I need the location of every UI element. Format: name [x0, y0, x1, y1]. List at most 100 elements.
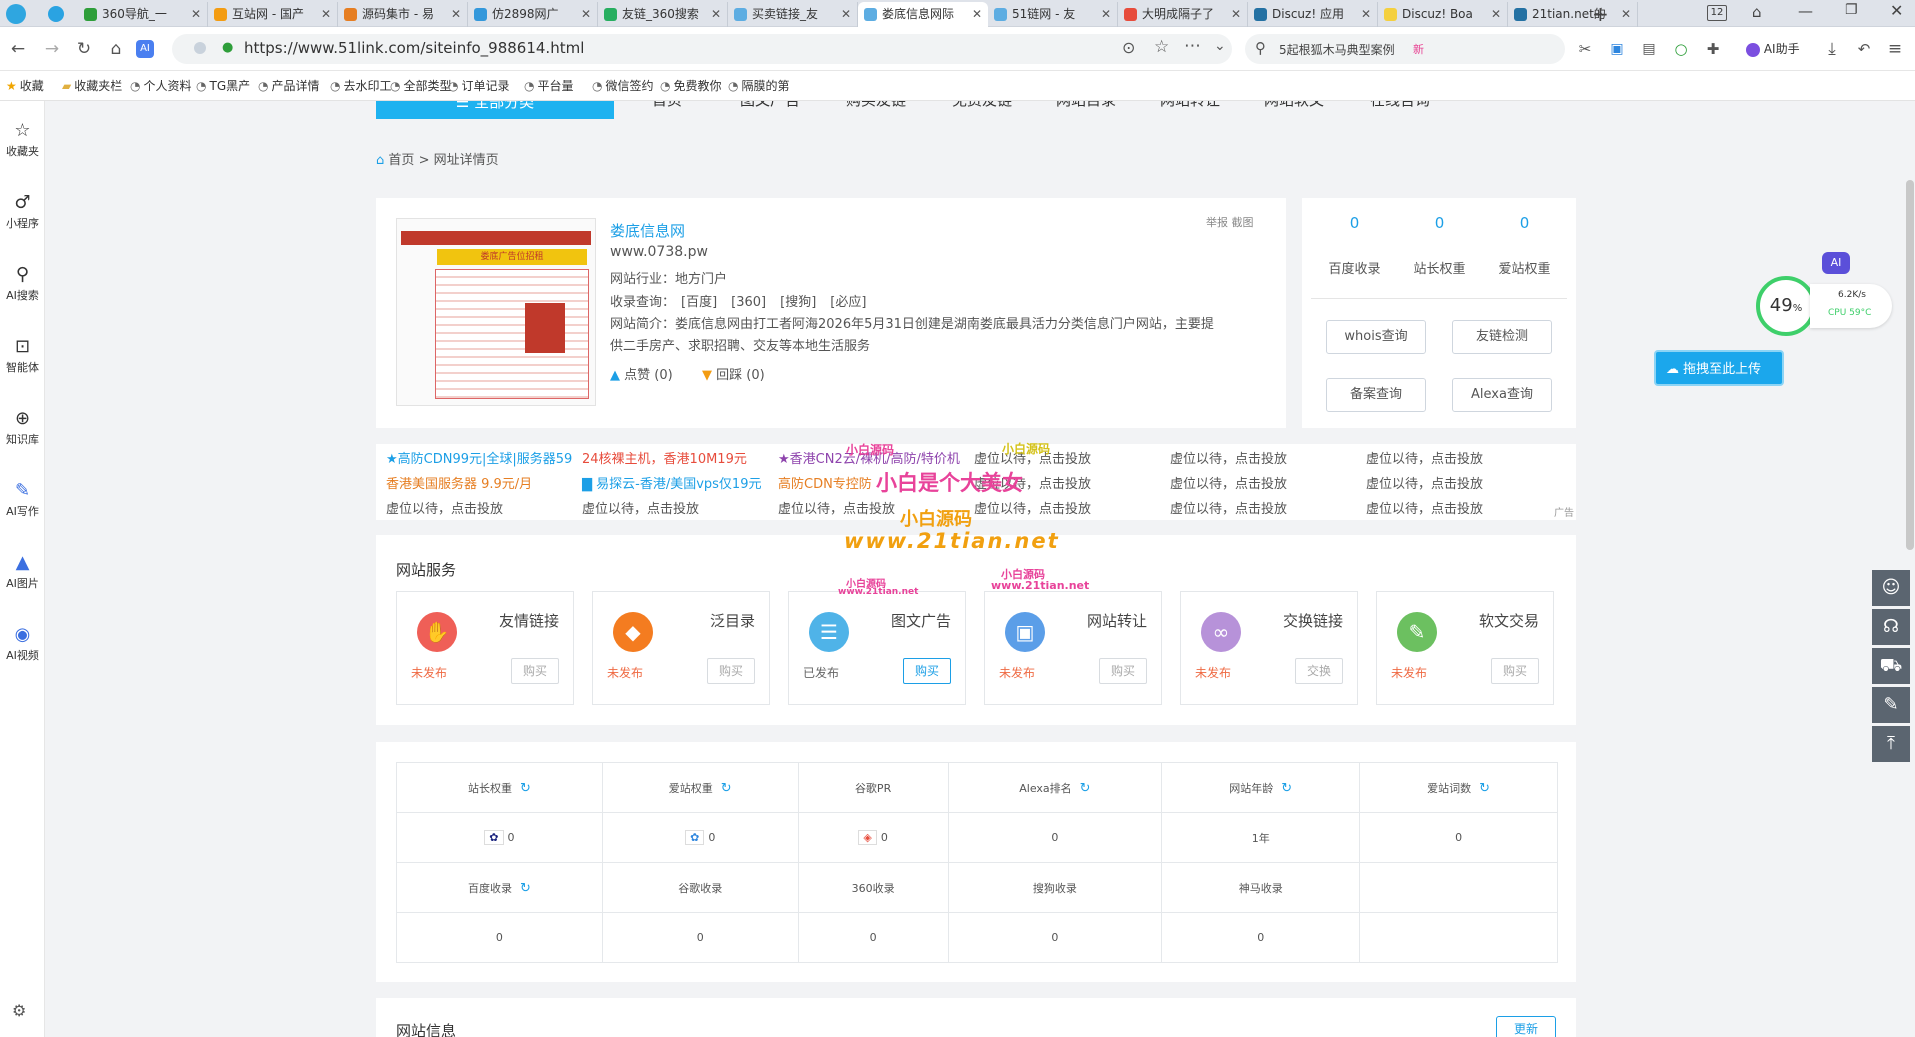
site-nav-item[interactable]: 购买友链 [846, 101, 906, 110]
ad-link[interactable]: 香港美国服务器 9.9元/月 [386, 473, 532, 492]
index-query-link[interactable]: [必应] [830, 295, 866, 310]
ad-link[interactable]: 虚位以待，点击投放 [1366, 473, 1483, 492]
site-info-icon[interactable] [194, 42, 206, 54]
sidebar-item[interactable]: ◉ AI视频 [0, 623, 45, 663]
ai-float-button[interactable]: AI [1822, 252, 1850, 274]
sidebar-item[interactable]: ✎ AI写作 [0, 479, 45, 519]
forward-button[interactable]: → [40, 37, 64, 61]
update-button[interactable]: 更新 [1496, 1016, 1556, 1037]
address-bar[interactable]: ● https://www.51link.com/siteinfo_988614… [172, 34, 1232, 64]
browser-tab[interactable]: 仿2898网广 ✕ [468, 2, 598, 27]
site-nav-item[interactable]: 网站目录 [1056, 101, 1116, 110]
search-suggestion-text[interactable]: 5起根狐木马典型案例 [1279, 41, 1395, 58]
ad-link[interactable]: 虚位以待，点击投放 [1366, 448, 1483, 467]
ad-link[interactable]: 虚位以待，点击投放 [582, 498, 699, 517]
bookmark-item[interactable]: ◔ 个人资料 [130, 77, 192, 94]
refresh-icon[interactable]: ↻ [520, 781, 531, 796]
refresh-icon[interactable]: ↻ [721, 781, 732, 796]
service-card[interactable]: ☰ 图文广告 已发布 购买 [788, 591, 966, 705]
shirt-icon[interactable]: ⌂ [1752, 3, 1762, 21]
tab-close-icon[interactable]: ✕ [1231, 2, 1241, 27]
query-button[interactable]: Alexa查询 [1452, 378, 1552, 412]
sidebar-item[interactable]: ⚲ AI搜索 [0, 263, 45, 303]
ad-link[interactable]: ★高防CDN99元|全球|服务器59 [386, 448, 572, 467]
report-link[interactable]: 举报 截图 [1206, 214, 1254, 230]
browser-tab[interactable]: 源码集市 - 易 ✕ [338, 2, 468, 27]
site-nav-item[interactable]: 网站软文 [1264, 101, 1324, 110]
service-buy-button[interactable]: 购买 [511, 658, 559, 684]
bookmark-item[interactable]: ◔ TG黑产 [196, 77, 250, 94]
browser-tab[interactable]: Discuz! 应用 ✕ [1248, 2, 1378, 27]
browser-tab[interactable]: 360导航_一 ✕ [78, 2, 208, 27]
bookmark-item[interactable]: ◔ 全部类型 [390, 77, 452, 94]
ad-link[interactable]: ▇ 易探云-香港/美国vps仅19元 [582, 473, 761, 492]
site-thumbnail[interactable]: 娄底广告位招租 [396, 218, 596, 406]
browser-tab[interactable]: 友链_360搜索 ✕ [598, 2, 728, 27]
query-button[interactable]: 备案查询 [1326, 378, 1426, 412]
cart-icon[interactable]: ⛟ [1872, 648, 1910, 684]
query-button[interactable]: whois查询 [1326, 320, 1426, 354]
site-name-link[interactable]: 娄底信息网 [610, 220, 685, 241]
browser-tab[interactable]: 大明成隔子了 ✕ [1118, 2, 1248, 27]
back-to-top-icon[interactable]: ⤒ [1872, 726, 1910, 762]
bookmark-item[interactable]: ◔ 去水印工 [330, 77, 392, 94]
site-nav-item[interactable]: 首页 [652, 101, 682, 110]
circle-icon[interactable]: ○ [1669, 37, 1693, 61]
more-icon[interactable]: ⋯ [1184, 36, 1201, 56]
ad-link[interactable]: 24核裸主机，香港10M19元 [582, 448, 747, 467]
site-nav-item[interactable]: 在线咨询 [1370, 101, 1430, 110]
refresh-icon[interactable]: ↻ [1479, 781, 1490, 796]
translate-icon[interactable]: ▣ [1605, 37, 1629, 61]
sidebar-item[interactable]: ♂ 小程序 [0, 191, 45, 231]
service-card[interactable]: ▣ 网站转让 未发布 购买 [984, 591, 1162, 705]
sidebar-item[interactable]: ▲ AI图片 [0, 551, 45, 591]
telegram-icon[interactable] [48, 6, 64, 22]
refresh-icon[interactable]: ↻ [1281, 781, 1292, 796]
like-button[interactable]: ▲ 点赞 (0) [610, 364, 673, 383]
minimize-button[interactable]: — [1798, 2, 1813, 20]
tab-count-badge[interactable]: 12 [1707, 5, 1727, 21]
ad-link[interactable]: 虚位以待，点击投放 [778, 498, 895, 517]
tab-close-icon[interactable]: ✕ [581, 2, 591, 27]
bookmark-item[interactable]: ◔ 产品详情 [258, 77, 320, 94]
download-icon[interactable]: ⤓ [1820, 37, 1844, 61]
ad-link[interactable]: 虚位以待，点击投放 [1170, 448, 1287, 467]
screenshot-icon[interactable]: ▤ [1637, 37, 1661, 61]
ad-link[interactable]: 虚位以待，点击投放 [1170, 498, 1287, 517]
query-button[interactable]: 友链检测 [1452, 320, 1552, 354]
browser-tab[interactable]: 娄底信息网际 ✕ [858, 2, 988, 27]
bookmark-item[interactable]: ◔ 微信签约 [592, 77, 654, 94]
new-tab-button[interactable]: + [1592, 2, 1609, 26]
index-query-link[interactable]: [搜狗] [780, 295, 816, 310]
bookmark-item[interactable]: ★ 收藏 [6, 77, 44, 94]
sidebar-item[interactable]: ⊕ 知识库 [0, 407, 45, 447]
user-icon[interactable]: ☺ [1872, 570, 1910, 606]
browser-logo-icon[interactable] [6, 4, 26, 24]
service-buy-button[interactable]: 购买 [1491, 658, 1539, 684]
refresh-icon[interactable]: ↻ [520, 881, 531, 896]
bookmark-item[interactable]: ▰ 收藏夹栏 [62, 77, 122, 94]
sidebar-item[interactable]: ☆ 收藏夹 [0, 119, 45, 159]
tab-close-icon[interactable]: ✕ [191, 2, 201, 27]
chevron-down-icon[interactable]: ⌄ [1214, 38, 1226, 54]
site-nav-item[interactable]: 免费友链 [952, 101, 1012, 110]
tab-close-icon[interactable]: ✕ [1361, 2, 1371, 27]
service-buy-button[interactable]: 购买 [1099, 658, 1147, 684]
settings-icon[interactable]: ⚙ [12, 1001, 26, 1020]
service-buy-button[interactable]: 购买 [707, 658, 755, 684]
close-window-button[interactable]: ✕ [1890, 1, 1903, 20]
system-monitor-widget[interactable]: 49% 6.2K/s CPU 59°C AI [1752, 252, 1902, 336]
dislike-button[interactable]: ▼ 回踩 (0) [702, 364, 765, 383]
tab-close-icon[interactable]: ✕ [1621, 2, 1631, 27]
service-card[interactable]: ✋ 友情链接 未发布 购买 [396, 591, 574, 705]
site-nav-item[interactable]: 网站转让 [1160, 101, 1220, 110]
breadcrumb-home[interactable]: 首页 [388, 153, 414, 168]
undo-icon[interactable]: ↶ [1852, 37, 1876, 61]
browser-tab[interactable]: Discuz! Boa ✕ [1378, 2, 1508, 27]
tab-close-icon[interactable]: ✕ [841, 2, 851, 27]
site-nav-item[interactable]: 图文广告 [740, 101, 800, 110]
ad-link[interactable]: 虚位以待，点击投放 [974, 498, 1091, 517]
browser-tab[interactable]: 买卖链接_友 ✕ [728, 2, 858, 27]
scrollbar-thumb[interactable] [1906, 180, 1914, 550]
service-card[interactable]: ✎ 软文交易 未发布 购买 [1376, 591, 1554, 705]
